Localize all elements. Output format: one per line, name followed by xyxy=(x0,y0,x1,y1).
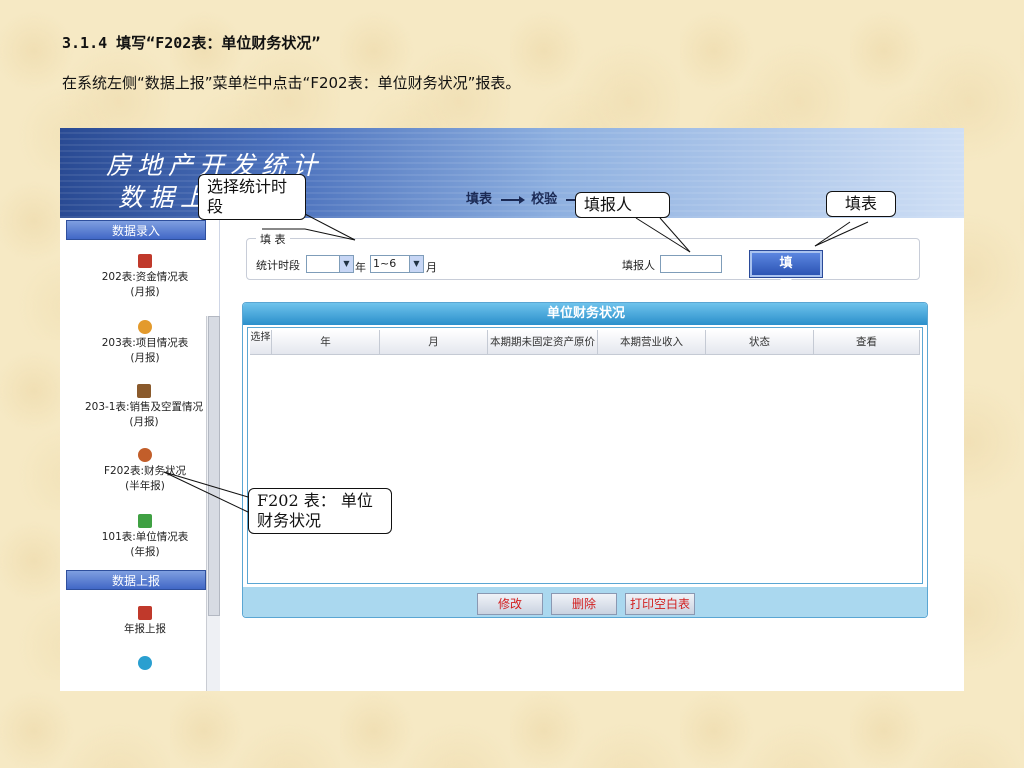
sidebar-item-202[interactable]: 202表:资金情况表 (月报) xyxy=(80,254,210,300)
col-revenue: 本期营业收入 xyxy=(598,330,706,354)
sidebar-item-sub: (月报) xyxy=(130,352,160,364)
month-unit: 月 xyxy=(426,261,437,274)
month-select[interactable]: 1~6 ▼ xyxy=(370,255,424,273)
period-label: 统计时段 xyxy=(256,259,300,272)
print-blank-button[interactable]: 打印空白表 xyxy=(625,593,695,615)
sidebar-item-203[interactable]: 203表:项目情况表 (月报) xyxy=(80,320,210,366)
edit-button[interactable]: 修改 xyxy=(477,593,543,615)
panel-table: 选择 年 月 本期期未固定资产原价 本期营业收入 状态 查看 xyxy=(247,327,923,584)
sidebar-item-label: F202表:财务状况 xyxy=(103,465,187,477)
sidebar-item-globe[interactable] xyxy=(80,656,210,672)
sidebar-item-sub: (年报) xyxy=(130,546,160,558)
callout-fill: 填表 xyxy=(826,191,896,217)
folder-icon xyxy=(138,320,152,334)
workflow-steps: 填表 校验 xyxy=(466,188,592,207)
bear-icon xyxy=(137,384,151,398)
financial-status-panel: 单位财务状况 选择 年 月 本期期未固定资产原价 本期营业收入 状态 查看 修改… xyxy=(242,302,928,618)
page-heading: 3.1.4 填写“F202表：单位财务状况” xyxy=(62,34,321,52)
fill-button[interactable]: 填 表 xyxy=(749,250,823,293)
sidebar-item-label: 202表:资金情况表 xyxy=(101,271,189,283)
sidebar-section-data-report[interactable]: 数据上报 xyxy=(66,570,206,590)
reporter-label: 填报人 xyxy=(622,259,655,272)
step-validate: 校验 xyxy=(531,192,558,207)
arrow-icon xyxy=(500,195,525,204)
callout-select-period: 选择统计时段 xyxy=(198,174,306,220)
chevron-down-icon: ▼ xyxy=(339,256,353,272)
sidebar-item-sub: (月报) xyxy=(129,416,159,428)
panel-title: 单位财务状况 xyxy=(243,303,927,325)
sidebar-item-label: 203-1表:销售及空置情况 xyxy=(84,401,204,413)
col-year: 年 xyxy=(272,330,380,354)
col-view: 查看 xyxy=(814,330,920,354)
sidebar-item-label: 年报上报 xyxy=(124,623,166,635)
sidebar-item-sub: (半年报) xyxy=(125,480,165,492)
reporter-input[interactable] xyxy=(660,255,722,273)
step-fill: 填表 xyxy=(466,192,493,207)
scroll-thumb[interactable] xyxy=(208,316,220,616)
chevron-down-icon: ▼ xyxy=(409,256,423,272)
sidebar: 数据录入 202表:资金情况表 (月报) 203表:项目情况表 (月报) 203… xyxy=(60,218,220,691)
sidebar-item-sub: (月报) xyxy=(130,286,160,298)
delete-button[interactable]: 删除 xyxy=(551,593,617,615)
callout-f202: F202 表： 单位财务状况 xyxy=(248,488,392,534)
sidebar-item-f202[interactable]: F202表:财务状况 (半年报) xyxy=(80,448,210,494)
col-select: 选择 xyxy=(250,330,272,354)
check-icon xyxy=(138,514,152,528)
col-fixed-assets: 本期期未固定资产原价 xyxy=(488,330,598,354)
table-header: 选择 年 月 本期期未固定资产原价 本期营业收入 状态 查看 xyxy=(250,330,920,355)
gear-icon xyxy=(138,448,152,462)
sidebar-item-203-1[interactable]: 203-1表:销售及空置情况 (月报) xyxy=(74,384,214,430)
sidebar-item-annual-report[interactable]: 年报上报 xyxy=(80,606,210,637)
col-month: 月 xyxy=(380,330,488,354)
callout-reporter: 填报人 xyxy=(575,192,670,218)
col-status: 状态 xyxy=(706,330,814,354)
sidebar-vertical-scrollbar[interactable]: ▼ xyxy=(206,316,220,691)
sidebar-item-101[interactable]: 101表:单位情况表 (年报) xyxy=(80,514,210,560)
sidebar-section-data-entry[interactable]: 数据录入 xyxy=(66,220,206,240)
globe-icon xyxy=(138,656,152,670)
upload-icon xyxy=(138,606,152,620)
year-select[interactable]: ▼ xyxy=(306,255,354,273)
page-description: 在系统左侧“数据上报”菜单栏中点击“F202表：单位财务状况”报表。 xyxy=(62,74,521,92)
pdf-icon xyxy=(138,254,152,268)
fill-form-legend: 填 表 xyxy=(256,231,290,247)
year-unit: 年 xyxy=(355,261,366,274)
sidebar-item-label: 203表:项目情况表 xyxy=(101,337,189,349)
sidebar-item-label: 101表:单位情况表 xyxy=(101,531,189,543)
panel-footer: 修改 删除 打印空白表 xyxy=(243,587,927,617)
